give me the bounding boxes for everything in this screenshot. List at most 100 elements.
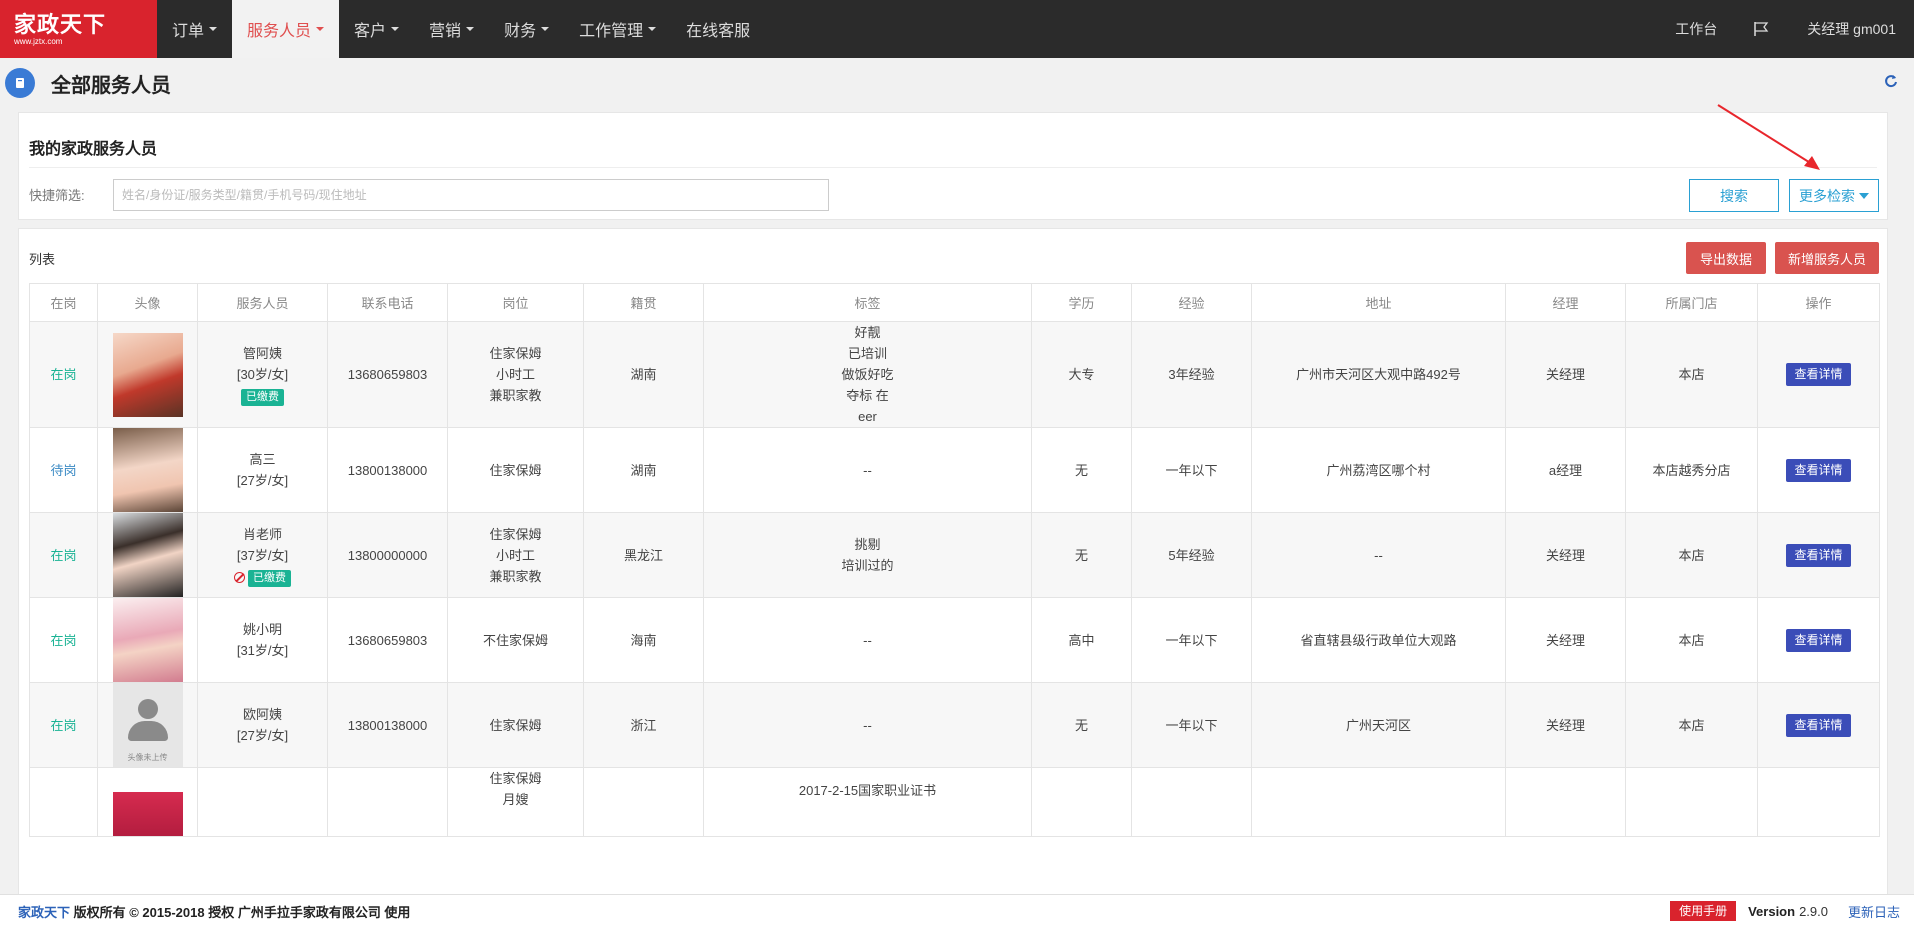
- column-header[interactable]: 岗位: [447, 283, 584, 322]
- avatar[interactable]: [112, 792, 183, 836]
- export-data-button[interactable]: 导出数据: [1686, 242, 1766, 274]
- experience-cell: 一年以下: [1131, 597, 1252, 683]
- address-cell: [1251, 767, 1506, 837]
- column-header[interactable]: 联系电话: [327, 283, 448, 322]
- view-details-button[interactable]: 查看详情: [1786, 628, 1851, 652]
- status-cell: 待岗: [29, 427, 98, 513]
- workbench-link[interactable]: 工作台: [1657, 0, 1735, 58]
- column-header[interactable]: 学历: [1031, 283, 1132, 322]
- quick-filter-label: 快捷筛选:: [29, 188, 85, 203]
- column-header[interactable]: 标签: [703, 283, 1032, 322]
- nav-item-3[interactable]: 营销: [414, 0, 489, 58]
- caret-down-icon: [391, 27, 400, 31]
- column-header[interactable]: 经验: [1131, 283, 1252, 322]
- add-staff-button[interactable]: 新增服务人员: [1775, 242, 1879, 274]
- copyright-text: 版权所有 © 2015-2018 授权 广州手拉手家政有限公司 使用: [70, 904, 411, 920]
- nav-item-6[interactable]: 在线客服: [671, 0, 765, 58]
- caret-down-icon: [1859, 192, 1869, 199]
- action-cell: 查看详情: [1757, 321, 1880, 428]
- avatar[interactable]: [112, 513, 183, 597]
- action-cell: [1757, 767, 1880, 837]
- nav-item-label: 在线客服: [686, 23, 751, 40]
- footer-brand[interactable]: 家政天下: [18, 905, 70, 920]
- nav-item-label: 营销: [429, 23, 462, 40]
- nav-item-4[interactable]: 财务: [489, 0, 564, 58]
- job-item: 兼职家教: [489, 388, 542, 403]
- job-item: 住家保姆: [489, 346, 542, 361]
- nav-item-2[interactable]: 客户: [339, 0, 414, 58]
- notification-flag-icon[interactable]: [1735, 0, 1789, 58]
- column-header[interactable]: 所属门店: [1625, 283, 1758, 322]
- status-cell: 在岗: [29, 512, 98, 598]
- table-row[interactable]: 在岗 肖老师 [37岁/女] 已缴费 13800000000 住家保姆 小时工 兼职家教 黑龙江…: [29, 512, 1880, 598]
- staff-name[interactable]: 高三: [198, 449, 327, 470]
- column-header[interactable]: 服务人员: [197, 283, 328, 322]
- avatar[interactable]: [112, 332, 183, 417]
- caret-down-icon: [316, 27, 325, 31]
- more-search-button[interactable]: 更多检索: [1789, 179, 1879, 212]
- avatar[interactable]: [112, 598, 183, 682]
- table-row[interactable]: 在岗 姚小明 [31岁/女] 13680659803 不住家保姆 海南 -- 高中 一年以下 省直…: [29, 597, 1880, 683]
- address-cell: 广州市天河区大观中路492号: [1251, 321, 1506, 428]
- staff-name[interactable]: 肖老师: [198, 524, 327, 545]
- view-details-button[interactable]: 查看详情: [1786, 713, 1851, 737]
- column-header[interactable]: 地址: [1251, 283, 1506, 322]
- manager-cell: 关经理: [1505, 321, 1626, 428]
- store-cell: 本店: [1625, 682, 1758, 768]
- table-row[interactable]: 在岗 头像未上传 欧阿姨 [27岁/女] 13800138000 住家保姆 浙江 -- 无一年以…: [29, 682, 1880, 768]
- caret-down-icon: [648, 27, 657, 31]
- refresh-icon[interactable]: [1884, 74, 1898, 93]
- education-cell: 无: [1031, 427, 1132, 513]
- brand-logo[interactable]: 家政天下 www.jztx.com: [0, 0, 157, 58]
- copyright: 家政天下 版权所有 © 2015-2018 授权 广州手拉手家政有限公司 使用: [18, 902, 410, 921]
- avatar-cell: [97, 767, 198, 837]
- avatar[interactable]: [112, 428, 183, 512]
- staff-name[interactable]: 管阿姨: [198, 343, 327, 364]
- experience-cell: 3年经验: [1131, 321, 1252, 428]
- ban-icon: [234, 571, 245, 583]
- list-title: 列表: [29, 252, 56, 267]
- tag-item: --: [863, 462, 872, 478]
- column-header[interactable]: 经理: [1505, 283, 1626, 322]
- column-header[interactable]: 头像: [97, 283, 198, 322]
- avatar-cell: [97, 597, 198, 683]
- manager-cell: 关经理: [1505, 682, 1626, 768]
- status-cell: [29, 767, 98, 837]
- column-header[interactable]: 在岗: [29, 283, 98, 322]
- view-details-button[interactable]: 查看详情: [1786, 458, 1851, 482]
- table-row[interactable]: 住家保姆 月嫂 2017-2-15国家职业证书: [29, 767, 1880, 837]
- avatar[interactable]: 头像未上传: [112, 683, 183, 767]
- status-text: 在岗: [50, 367, 77, 382]
- jobs-cell: 住家保姆 月嫂: [447, 767, 584, 837]
- staff-cell: [197, 767, 328, 837]
- status-text: 待岗: [50, 462, 77, 478]
- changelog-link[interactable]: 更新日志: [1848, 902, 1900, 921]
- nav-item-label: 财务: [504, 23, 537, 40]
- search-button[interactable]: 搜索: [1689, 179, 1779, 212]
- store-cell: [1625, 767, 1758, 837]
- staff-name[interactable]: 姚小明: [198, 619, 327, 640]
- nav-item-0[interactable]: 订单: [157, 0, 232, 58]
- status-text: 在岗: [50, 632, 77, 648]
- view-details-button[interactable]: 查看详情: [1786, 363, 1851, 386]
- table-row[interactable]: 在岗 管阿姨 [30岁/女] 已缴费 13680659803 住家保姆 小时工 兼职家教 湖南好…: [29, 321, 1880, 428]
- filter-panel-title: 我的家政服务人员: [29, 141, 158, 158]
- phone-cell: 13800138000: [327, 427, 448, 513]
- job-item: 小时工: [495, 367, 535, 382]
- column-header[interactable]: 操作: [1757, 283, 1880, 322]
- nav-item-5[interactable]: 工作管理: [564, 0, 671, 58]
- view-details-button[interactable]: 查看详情: [1786, 543, 1851, 567]
- navbar-right: 工作台 关经理 gm001: [1657, 0, 1914, 58]
- quick-filter-input[interactable]: [113, 179, 829, 211]
- job-item: 住家保姆: [489, 717, 542, 733]
- paid-badge: 已缴费: [241, 389, 284, 406]
- staff-name[interactable]: 欧阿姨: [198, 704, 327, 725]
- job-item: 住家保姆: [489, 526, 542, 542]
- user-menu[interactable]: 关经理 gm001: [1789, 0, 1914, 58]
- address-cell: 广州天河区: [1251, 682, 1506, 768]
- nav-item-1[interactable]: 服务人员: [232, 0, 340, 58]
- table-row[interactable]: 待岗 高三 [27岁/女] 13800138000 住家保姆 湖南 -- 无一年以下 广州荔湾区…: [29, 427, 1880, 513]
- column-header[interactable]: 籍贯: [583, 283, 704, 322]
- tags-cell: 2017-2-15国家职业证书: [703, 767, 1032, 837]
- manual-button[interactable]: 使用手册: [1670, 901, 1737, 921]
